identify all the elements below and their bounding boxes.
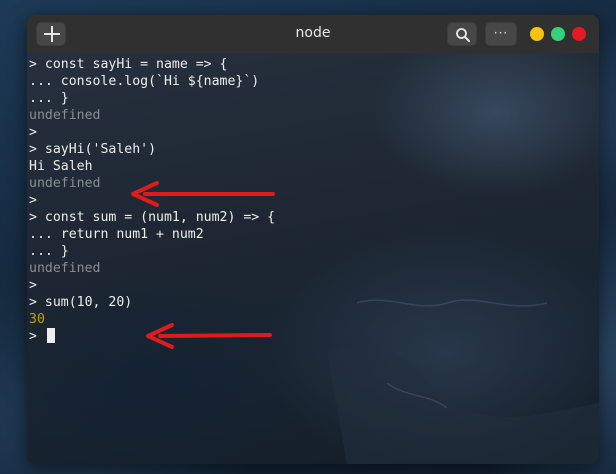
plus-icon <box>44 26 60 42</box>
annotation-arrows <box>131 181 275 349</box>
titlebar: node ··· <box>27 15 599 54</box>
search-icon <box>456 28 470 42</box>
menu-button[interactable]: ··· <box>485 22 517 46</box>
search-button[interactable] <box>447 22 477 46</box>
arrow-icon <box>131 181 275 207</box>
terminal-window: node ··· > const sayHi = name => { ... c… <box>27 15 599 464</box>
maximize-button[interactable] <box>551 27 565 41</box>
ellipsis-icon: ··· <box>493 26 509 40</box>
arrow-icon <box>146 323 272 349</box>
new-tab-button[interactable] <box>36 22 66 46</box>
minimize-button[interactable] <box>530 27 544 41</box>
window-title: node <box>295 25 331 41</box>
terminal-output[interactable]: > const sayHi = name => { ... console.lo… <box>27 53 599 464</box>
close-button[interactable] <box>572 27 586 41</box>
